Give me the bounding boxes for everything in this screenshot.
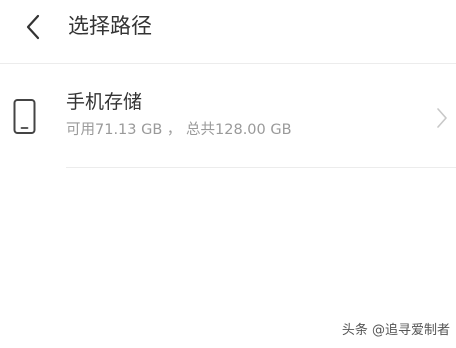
page-title: 选择路径 (68, 14, 152, 38)
phone-storage-option[interactable] (0, 64, 456, 168)
storage-title: 手机存储 (66, 91, 143, 113)
item-divider (66, 167, 456, 168)
watermark-text: 头条 @追寻爱制者 (341, 323, 450, 338)
app-header: 选择路径 (0, 0, 456, 62)
storage-capacity-text: 可用71.13 GB ， 总共128.00 GB (66, 122, 292, 138)
back-button[interactable] (18, 10, 52, 44)
chevron-left-icon (26, 14, 40, 40)
chevron-right-icon (437, 108, 447, 128)
smartphone-icon (13, 99, 36, 134)
